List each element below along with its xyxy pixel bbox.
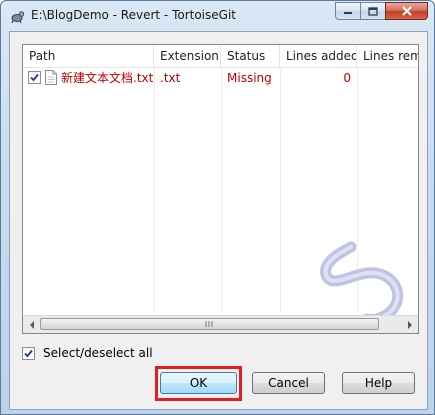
row-status: Missing [227,71,272,85]
close-button[interactable] [385,2,428,20]
minimize-button[interactable] [335,2,361,20]
help-button[interactable]: Help [342,372,415,394]
file-list[interactable]: Path Extension Status Lines added Lines … [22,44,419,334]
column-divider [154,67,155,311]
maximize-button[interactable] [360,2,386,20]
title-bar[interactable]: E:\BlogDemo - Revert - TortoiseGit [1,1,434,30]
row-checkbox[interactable] [28,71,41,84]
window-title: E:\BlogDemo - Revert - TortoiseGit [31,8,236,22]
text-file-icon [45,70,57,85]
grip-icon [205,321,213,327]
arrow-left-icon [29,320,34,329]
checkmark-icon [30,73,39,82]
scrollbar-thumb[interactable] [40,318,379,330]
column-header-lines-removed[interactable]: Lines removed [357,45,418,67]
select-all-checkbox[interactable] [22,347,35,360]
column-divider [280,67,281,311]
tortoisegit-watermark-icon [320,241,404,325]
close-icon [401,6,412,16]
table-row[interactable]: 新建文本文档.txt .txt Missing 0 [23,69,418,87]
revert-dialog-window: E:\BlogDemo - Revert - TortoiseGit Path … [0,0,435,415]
arrow-right-icon [407,320,412,329]
dialog-client-area: Path Extension Status Lines added Lines … [9,31,428,410]
list-header: Path Extension Status Lines added Lines … [23,45,418,68]
checkmark-icon [24,349,33,358]
ok-button-highlight [155,366,242,401]
tortoisegit-icon [11,11,25,24]
select-all-label: Select/deselect all [43,346,153,360]
column-header-extension[interactable]: Extension [154,45,221,67]
cancel-button[interactable]: Cancel [252,372,325,394]
scroll-right-button[interactable] [401,316,418,333]
column-header-path[interactable]: Path [23,45,154,67]
maximize-icon [368,6,378,16]
column-header-lines-added[interactable]: Lines added [280,45,357,67]
row-extension: .txt [160,71,181,85]
scroll-left-button[interactable] [23,316,40,333]
row-path: 新建文本文档.txt [61,71,154,85]
minimize-icon [344,12,352,14]
column-divider [221,67,222,311]
row-lines-added: 0 [343,71,351,85]
column-header-status[interactable]: Status [221,45,280,67]
horizontal-scrollbar[interactable] [23,315,418,333]
